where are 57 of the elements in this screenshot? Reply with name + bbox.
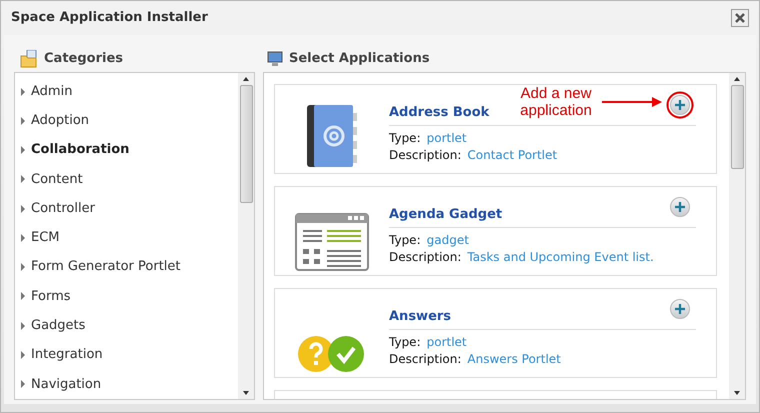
application-type: portlet — [426, 130, 467, 146]
plus-icon — [675, 304, 685, 314]
plus-icon — [675, 202, 685, 212]
applications-heading: Select Applications — [289, 50, 430, 68]
question-and-check-icon — [298, 335, 366, 373]
window-title: Space Application Installer — [11, 9, 208, 28]
expand-arrow-icon — [21, 116, 25, 125]
scrollbar-thumb[interactable] — [240, 85, 252, 203]
monitor-icon — [267, 50, 283, 66]
category-item[interactable]: Admin — [31, 82, 72, 102]
plus-icon — [675, 100, 685, 110]
category-item[interactable]: Gadgets — [31, 316, 86, 336]
add-button[interactable] — [670, 95, 690, 115]
expand-arrow-icon — [21, 204, 25, 213]
callout-text: Add a new application — [519, 85, 593, 119]
application-type: portlet — [426, 334, 467, 350]
application-name[interactable]: Answers — [389, 307, 452, 326]
address-book-icon — [305, 103, 359, 169]
expand-arrow-icon — [21, 234, 25, 242]
expand-arrow-icon — [21, 322, 25, 330]
folder-icon — [20, 50, 38, 68]
description-label: Description: — [389, 248, 462, 266]
expand-arrow-icon — [21, 292, 25, 300]
category-item[interactable]: Form Generator Portlet — [31, 257, 181, 277]
category-item[interactable]: Forms — [31, 286, 71, 306]
add-button[interactable] — [670, 299, 690, 319]
agenda-window-icon — [295, 213, 369, 271]
expand-arrow-icon — [21, 351, 25, 360]
type-label: Type: — [389, 130, 421, 146]
expand-arrow-icon — [21, 263, 25, 272]
application-description: Tasks and Upcoming Event list. — [467, 248, 654, 266]
application-type: gadget — [426, 232, 469, 248]
application-description: Answers Portlet — [467, 350, 561, 368]
expand-arrow-icon — [21, 146, 25, 154]
callout-arrow — [602, 97, 662, 107]
close-icon — [734, 12, 746, 24]
categories-heading: Categories — [44, 50, 124, 68]
application-name[interactable]: Agenda Gadget — [389, 205, 502, 224]
description-label: Description: — [389, 350, 462, 368]
add-button[interactable] — [670, 197, 690, 217]
expand-arrow-icon — [21, 380, 25, 388]
category-item[interactable]: Adoption — [31, 111, 90, 131]
description-label: Description: — [389, 146, 462, 164]
category-item[interactable]: Content — [31, 170, 83, 190]
close-button[interactable] — [731, 9, 749, 27]
type-label: Type: — [389, 334, 421, 350]
category-item[interactable]: Integration — [31, 345, 103, 365]
category-item[interactable]: Controller — [31, 198, 95, 218]
expand-arrow-icon — [21, 88, 25, 96]
application-description: Contact Portlet — [467, 146, 558, 164]
scrollbar-thumb[interactable] — [730, 85, 744, 169]
expand-arrow-icon — [21, 175, 25, 184]
category-item[interactable]: Collaboration — [31, 140, 130, 160]
application-name[interactable]: Address Book — [389, 103, 490, 122]
type-label: Type: — [389, 232, 421, 248]
category-item[interactable]: ECM — [31, 228, 60, 248]
category-item[interactable]: Navigation — [31, 374, 102, 394]
